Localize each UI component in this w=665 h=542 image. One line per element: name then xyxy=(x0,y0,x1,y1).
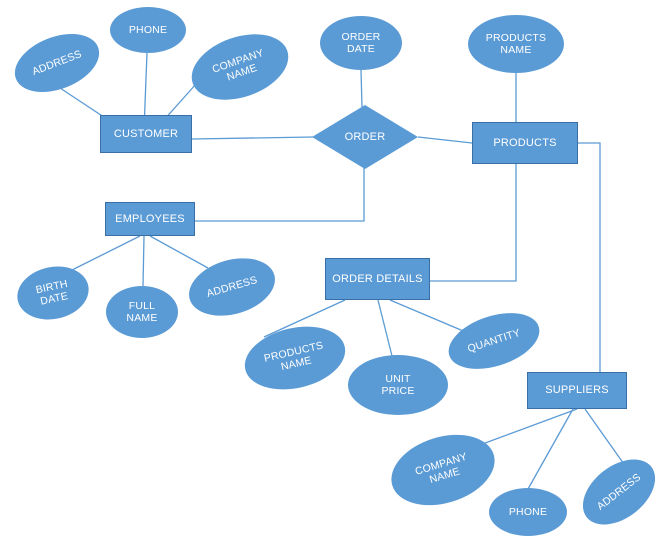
entity-suppliers[interactable]: SUPPLIERS xyxy=(527,372,627,409)
entity-customer[interactable]: CUSTOMER xyxy=(100,115,192,153)
attribute-label: ORDER DATE xyxy=(341,31,381,56)
attribute-order_date[interactable]: ORDER DATE xyxy=(320,16,402,70)
entity-label: PRODUCTS xyxy=(493,136,557,149)
attribute-label: FULL NAME xyxy=(126,299,158,324)
entity-label: ORDER DETAILS xyxy=(332,272,423,285)
attribute-label: PHONE xyxy=(508,505,548,518)
relationship-label: ORDER xyxy=(344,130,386,143)
edge-employees-birthdate xyxy=(71,235,141,271)
attribute-label: PRODUCTS NAME xyxy=(485,31,547,56)
edge-order-employees xyxy=(195,168,365,222)
edge-orderdetails-quantity xyxy=(389,299,469,334)
entity-employees[interactable]: EMPLOYEES xyxy=(105,202,195,236)
edge-employees-fullname xyxy=(142,235,145,287)
attribute-label: PRODUCTS NAME xyxy=(262,339,325,374)
attribute-employees_full_name[interactable]: FULL NAME xyxy=(106,286,178,338)
edge-order-products xyxy=(417,136,473,144)
attribute-products_name[interactable]: PRODUCTS NAME xyxy=(468,15,564,73)
edge-customer-order xyxy=(191,136,314,140)
attribute-label: PHONE xyxy=(128,23,168,36)
attribute-order_details_unit_price[interactable]: UNIT PRICE xyxy=(348,355,448,415)
edge-suppliers-phone xyxy=(527,408,574,490)
attribute-label: COMPANY NAME xyxy=(413,450,469,487)
edge-orderdetails-unitprice xyxy=(377,299,393,357)
attribute-label: ADDRESS xyxy=(205,273,259,300)
entity-label: CUSTOMER xyxy=(113,127,179,140)
attribute-label: ADDRESS xyxy=(594,471,644,513)
entity-order_details[interactable]: ORDER DETAILS xyxy=(325,258,430,300)
attribute-label: QUANTITY xyxy=(466,326,522,355)
entity-products[interactable]: PRODUCTS xyxy=(472,122,578,164)
edge-products-orderdetails xyxy=(430,164,517,282)
attribute-suppliers_phone[interactable]: PHONE xyxy=(489,488,567,536)
edge-orderdate-order xyxy=(360,69,363,108)
er-diagram-canvas: CUSTOMER PRODUCTS EMPLOYEES ORDER DETAILS SU… xyxy=(0,0,665,542)
edge-suppliers-address xyxy=(584,408,627,468)
entity-label: EMPLOYEES xyxy=(115,212,185,225)
edge-products-suppliers xyxy=(578,142,601,372)
entity-label: SUPPLIERS xyxy=(545,384,609,397)
attribute-label: UNIT PRICE xyxy=(381,372,415,397)
edge-employees-address xyxy=(149,235,209,269)
attribute-label: ADDRESS xyxy=(30,47,84,78)
attribute-label: COMPANY NAME xyxy=(210,46,266,84)
attribute-label: BIRTH DATE xyxy=(34,277,70,308)
attribute-customer_phone[interactable]: PHONE xyxy=(110,7,186,53)
